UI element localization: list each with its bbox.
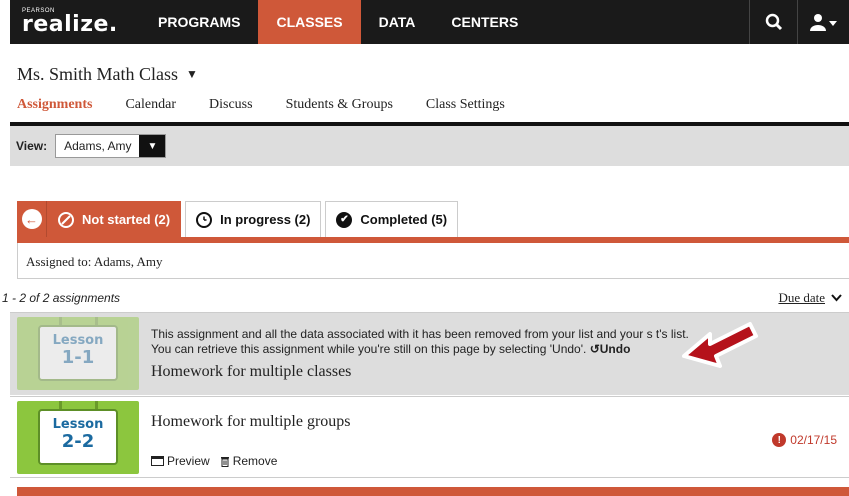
tab-in-progress-label: In progress (2) bbox=[220, 212, 311, 227]
list-header: 1 - 2 of 2 assignments Due date bbox=[0, 288, 849, 308]
alert-icon: ! bbox=[772, 433, 787, 447]
remove-label: Remove bbox=[232, 454, 278, 468]
clock-icon bbox=[196, 211, 213, 228]
thumb-lesson-number: 2-2 bbox=[61, 431, 95, 452]
logo-text: realize. bbox=[22, 12, 118, 37]
removed-message-line1: This assignment and all the data associa… bbox=[151, 327, 689, 341]
caret-down-icon: ▼ bbox=[186, 67, 198, 81]
due-date: ! 02/17/15 bbox=[772, 433, 837, 447]
class-tabs: Assignments Calendar Discuss Students & … bbox=[17, 97, 538, 113]
preview-label: Preview bbox=[167, 454, 210, 468]
lesson-thumbnail: Lesson 1-1 bbox=[17, 317, 139, 390]
thumb-lesson-label: Lesson bbox=[52, 417, 104, 432]
assignment-title[interactable]: Homework for multiple groups bbox=[151, 413, 351, 431]
assignment-title[interactable]: Homework for multiple classes bbox=[151, 363, 351, 381]
callout-arrow-icon bbox=[682, 322, 758, 368]
nav-data[interactable]: DATA bbox=[361, 0, 434, 44]
view-bar: View: Adams, Amy ▼ bbox=[10, 126, 849, 166]
nav-centers[interactable]: CENTERS bbox=[433, 0, 536, 44]
tab-completed-label: Completed (5) bbox=[360, 212, 448, 227]
nav-classes[interactable]: CLASSES bbox=[258, 0, 361, 44]
remove-button[interactable]: Remove bbox=[220, 454, 278, 468]
thumb-lesson-label: Lesson bbox=[52, 333, 104, 348]
sort-due-date-link[interactable]: Due date bbox=[778, 290, 825, 306]
not-started-icon bbox=[58, 211, 74, 228]
lesson-thumbnail: Lesson 2-2 bbox=[17, 401, 139, 474]
status-tabs: ← Not started (2) In progress (2) ✔ Comp… bbox=[17, 201, 459, 237]
list-item: Lesson 2-2 Homework for multiple groups … bbox=[10, 396, 849, 478]
arrow-left-icon: ← bbox=[21, 209, 42, 229]
class-selector[interactable]: Ms. Smith Math Class ▼ bbox=[17, 64, 198, 85]
check-icon: ✔ bbox=[336, 211, 353, 228]
tab-assignments[interactable]: Assignments bbox=[17, 97, 92, 113]
realize-logo[interactable]: PEARSON realize. bbox=[10, 0, 140, 44]
tab-completed[interactable]: ✔ Completed (5) bbox=[325, 201, 459, 237]
undo-icon: ↺ bbox=[589, 342, 600, 356]
thumb-lesson-number: 1-1 bbox=[61, 347, 95, 368]
view-label: View: bbox=[16, 139, 48, 153]
bottom-bar bbox=[17, 487, 849, 496]
tab-students-groups[interactable]: Students & Groups bbox=[286, 97, 393, 113]
top-nav: PEARSON realize. PROGRAMS CLASSES DATA C… bbox=[10, 0, 849, 44]
tab-class-settings[interactable]: Class Settings bbox=[426, 97, 505, 113]
student-select-value: Adams, Amy bbox=[64, 139, 132, 153]
user-menu-icon[interactable] bbox=[797, 0, 849, 44]
preview-icon bbox=[151, 456, 164, 466]
due-date-value: 02/17/15 bbox=[790, 433, 837, 447]
removed-message-line2: You can retrieve this assignment while y… bbox=[151, 342, 587, 356]
chevron-down-icon bbox=[831, 294, 842, 302]
sort-control[interactable]: Due date bbox=[778, 290, 842, 306]
search-icon[interactable] bbox=[749, 0, 797, 44]
tab-in-progress[interactable]: In progress (2) bbox=[185, 201, 322, 237]
undo-label: Undo bbox=[599, 342, 631, 356]
back-button[interactable]: ← bbox=[17, 201, 47, 237]
assigned-to-text: Assigned to: Adams, Amy bbox=[17, 243, 849, 279]
student-select[interactable]: Adams, Amy ▼ bbox=[55, 134, 167, 158]
preview-button[interactable]: Preview bbox=[151, 454, 210, 468]
row-actions: Preview Remove bbox=[151, 454, 277, 468]
class-title: Ms. Smith Math Class bbox=[17, 64, 179, 84]
tab-not-started[interactable]: Not started (2) bbox=[47, 201, 182, 237]
removed-message: This assignment and all the data associa… bbox=[151, 327, 689, 357]
assignment-count: 1 - 2 of 2 assignments bbox=[2, 291, 121, 305]
nav-programs[interactable]: PROGRAMS bbox=[140, 0, 258, 44]
undo-button[interactable]: ↺Undo bbox=[590, 342, 631, 356]
tab-not-started-label: Not started (2) bbox=[82, 212, 171, 227]
tab-calendar[interactable]: Calendar bbox=[125, 97, 176, 113]
trash-icon bbox=[220, 456, 229, 467]
tab-discuss[interactable]: Discuss bbox=[209, 97, 253, 113]
caret-down-icon[interactable]: ▼ bbox=[139, 135, 166, 157]
